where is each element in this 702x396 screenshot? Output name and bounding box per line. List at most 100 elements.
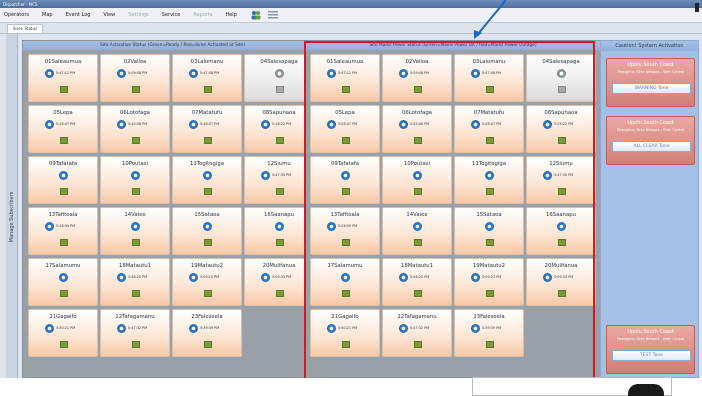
- status-time: 5:48:07 PM: [200, 122, 220, 126]
- site-tile[interactable]: 02Vailoa 5:09:08 PM: [100, 54, 170, 102]
- siren-status-icon: [131, 171, 140, 180]
- status-indicator: [132, 341, 140, 348]
- list-icon[interactable]: [267, 10, 280, 21]
- menu-map[interactable]: Map: [42, 12, 53, 18]
- site-name: 07Matatufu: [191, 110, 223, 116]
- status-indicator: [276, 137, 284, 144]
- status-indicator: [204, 341, 212, 348]
- siren-status-icon: [59, 171, 68, 180]
- siren-status-icon: [203, 222, 212, 231]
- site-name: 20Mulifanua: [262, 263, 296, 269]
- site-activation-panel: Site Activation Status (Green=Ready / Re…: [22, 40, 323, 378]
- siren-status-icon: [189, 324, 198, 333]
- site-name: 10Poutasi: [122, 161, 148, 167]
- siren-status-icon: [45, 222, 54, 231]
- status-indicator: [60, 86, 68, 93]
- siren-status-icon: [59, 273, 68, 282]
- siren-status-icon: [261, 171, 270, 180]
- site-name: 04Salesapaga: [260, 59, 298, 65]
- site-activation-header: Site Activation Status (Green=Ready / Re…: [23, 41, 322, 50]
- site-tile[interactable]: 15Sataoa: [172, 207, 242, 255]
- site-name: 09Tafatafa: [49, 161, 77, 167]
- control-group-subtitle: Emergency Siren Network - Siren Control: [616, 70, 685, 74]
- site-tile[interactable]: 19Matautu2 5:09:15 PM: [172, 258, 242, 306]
- window-titlebar: Dispatcher - MCS: [0, 0, 702, 8]
- site-tile[interactable]: 18Matautu1 5:48:20 PM: [100, 258, 170, 306]
- menu-view[interactable]: View: [103, 12, 115, 18]
- menu-service[interactable]: Service: [162, 12, 180, 18]
- status-indicator: [276, 188, 284, 195]
- menu-reports[interactable]: Reports: [193, 12, 212, 18]
- site-tile[interactable]: 03Lalomanu 5:47:08 PM: [172, 54, 242, 102]
- site-name: 03Lalomanu: [190, 59, 224, 65]
- site-name: 21Gagaifo: [49, 314, 77, 320]
- site-tile[interactable]: 21Gagaifo 5:40:21 PM: [28, 309, 98, 357]
- status-time: 5:48:20 PM: [128, 275, 148, 279]
- status-indicator: [132, 137, 140, 144]
- status-indicator: [60, 341, 68, 348]
- site-name: 01Saleaumua: [44, 59, 82, 65]
- status-time: 5:47:08 PM: [200, 71, 220, 75]
- tab-siren-status[interactable]: Siren Status: [7, 24, 44, 33]
- status-time: 5:45:08 PM: [128, 122, 148, 126]
- status-time: 5:47:30 PM: [272, 173, 292, 177]
- status-indicator: [204, 290, 212, 297]
- users-icon[interactable]: [250, 10, 263, 21]
- status-indicator: [276, 290, 284, 297]
- window-title: Dispatcher - MCS: [3, 2, 38, 7]
- siren-status-icon: [275, 222, 284, 231]
- status-indicator: [204, 86, 212, 93]
- site-tile[interactable]: 22Tafagamanu 5:47:32 PM: [100, 309, 170, 357]
- siren-status-icon: [45, 69, 54, 78]
- site-name: 14Vaiee: [124, 212, 146, 218]
- site-name: 18Matautu1: [118, 263, 152, 269]
- test-tone-button[interactable]: TEST Tone: [612, 350, 691, 361]
- status-time: 5:26:59 PM: [56, 224, 76, 228]
- manage-subscribers-sidebar[interactable]: Manage Subscribers: [6, 34, 18, 378]
- status-time: 5:09:15 PM: [200, 275, 220, 279]
- control-group-warning: Upolu South Coast Emergency Siren Networ…: [606, 58, 695, 107]
- site-tile[interactable]: 06Lotofaga 5:45:08 PM: [100, 105, 170, 153]
- site-tile[interactable]: 13Tafitoala 5:26:59 PM: [28, 207, 98, 255]
- status-time: 5:09:33 PM: [272, 275, 292, 279]
- site-name: 11Togitogiga: [190, 161, 224, 167]
- status-indicator: [132, 188, 140, 195]
- window-control[interactable]: [695, 3, 699, 12]
- menu-help[interactable]: Help: [225, 12, 236, 18]
- control-group-test: Upolu South Coast Emergency Siren Networ…: [606, 325, 695, 374]
- site-tile[interactable]: 01Saleaumua 5:47:12 PM: [28, 54, 98, 102]
- control-group-title: Upolu South Coast: [627, 62, 674, 68]
- site-tile[interactable]: 14Vaiee: [100, 207, 170, 255]
- status-indicator: [132, 290, 140, 297]
- menu-settings[interactable]: Settings: [128, 12, 149, 18]
- siren-status-icon: [189, 69, 198, 78]
- menu-operators[interactable]: Operators: [4, 12, 29, 18]
- control-group-subtitle: Emergency Siren Network - Siren Control: [616, 337, 685, 341]
- status-time: 5:28:47 PM: [56, 122, 76, 126]
- siren-status-icon: [261, 273, 270, 282]
- site-tile[interactable]: 17Salamumu: [28, 258, 98, 306]
- status-time: 5:47:12 PM: [56, 71, 76, 75]
- control-group-title: Upolu South Coast: [627, 120, 674, 126]
- warning-tone-button[interactable]: WARNING Tone: [612, 83, 691, 94]
- status-time: 5:39:39 PM: [200, 326, 220, 330]
- status-indicator: [60, 137, 68, 144]
- status-indicator: [204, 188, 212, 195]
- site-name: 23Faleseela: [191, 314, 223, 320]
- status-time: 5:09:08 PM: [128, 71, 148, 75]
- site-name: 16Saanapu: [264, 212, 294, 218]
- site-name: 05Lepa: [53, 110, 73, 116]
- siren-status-icon: [45, 120, 54, 129]
- highlight-rectangle: [304, 41, 595, 394]
- siren-status-icon: [117, 324, 126, 333]
- site-tile[interactable]: 10Poutasi: [100, 156, 170, 204]
- menu-event-log[interactable]: Event Log: [66, 12, 91, 18]
- site-tile[interactable]: 11Togitogiga: [172, 156, 242, 204]
- site-tile[interactable]: 23Faleseela 5:39:39 PM: [172, 309, 242, 357]
- status-indicator: [204, 239, 212, 246]
- all-clear-tone-button[interactable]: ALL CLEAR Tone: [612, 141, 691, 152]
- site-tile[interactable]: 09Tafatafa: [28, 156, 98, 204]
- site-tile[interactable]: 05Lepa 5:28:47 PM: [28, 105, 98, 153]
- site-tile[interactable]: 07Matatufu 5:48:07 PM: [172, 105, 242, 153]
- siren-status-icon: [189, 273, 198, 282]
